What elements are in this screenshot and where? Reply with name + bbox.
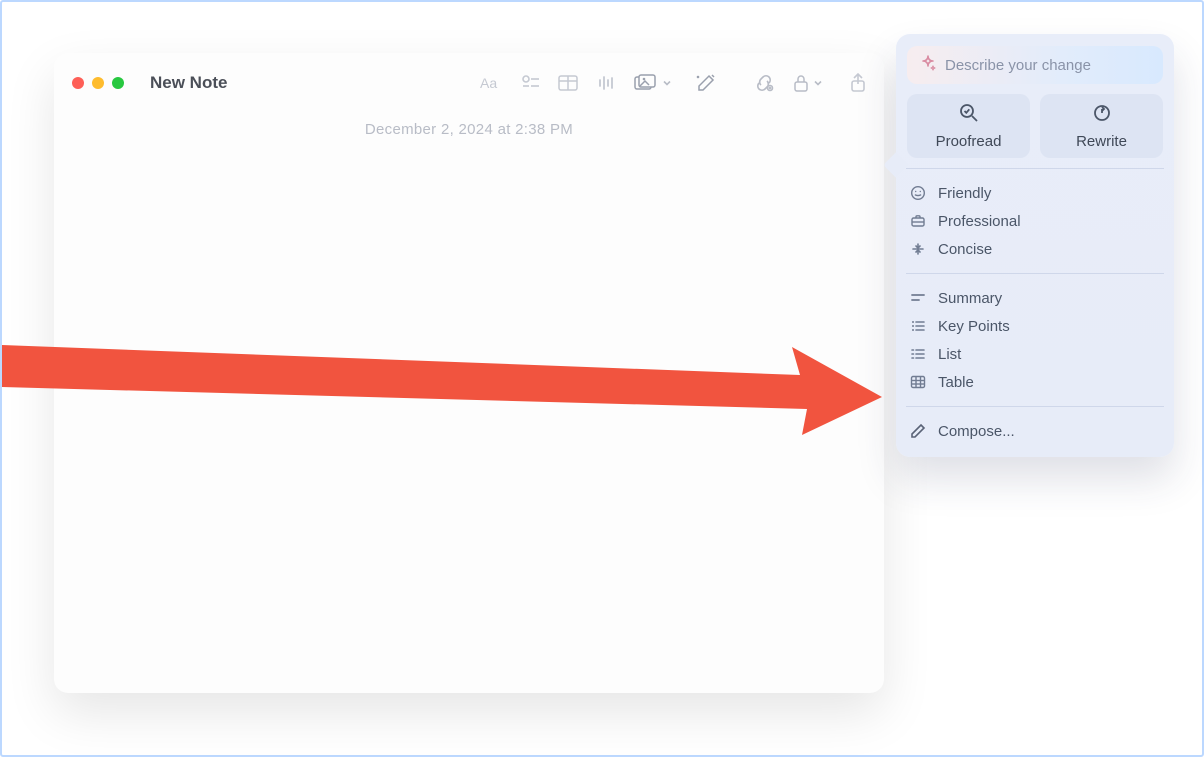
- tone-professional[interactable]: Professional: [907, 207, 1163, 235]
- concise-label: Concise: [938, 241, 992, 258]
- divider: [906, 406, 1164, 407]
- smile-icon: [909, 185, 927, 201]
- note-timestamp: December 2, 2024 at 2:38 PM: [54, 121, 884, 138]
- bullets-icon: [909, 319, 927, 333]
- proofread-rewrite-row: Proofread Rewrite: [907, 94, 1163, 158]
- minimize-window-button[interactable]: [92, 77, 104, 89]
- rewrite-button[interactable]: Rewrite: [1040, 94, 1163, 158]
- titlebar: New Note Aa: [54, 53, 884, 113]
- compose-label: Compose...: [938, 423, 1015, 440]
- toolbar: Aa: [480, 73, 866, 93]
- list-label: List: [938, 346, 961, 363]
- format-summary[interactable]: Summary: [907, 284, 1163, 312]
- rewrite-icon: [1092, 103, 1112, 127]
- format-table[interactable]: Table: [907, 368, 1163, 396]
- rewrite-label: Rewrite: [1076, 133, 1127, 150]
- summary-label: Summary: [938, 290, 1002, 307]
- tone-concise[interactable]: Concise: [907, 235, 1163, 263]
- describe-change-field[interactable]: [907, 46, 1163, 84]
- divider: [906, 168, 1164, 169]
- text-format-button[interactable]: Aa: [480, 74, 502, 92]
- summary-icon: [909, 292, 927, 304]
- traffic-lights: [72, 77, 124, 89]
- svg-text:Aa: Aa: [480, 75, 497, 91]
- briefcase-icon: [909, 213, 927, 229]
- keypoints-label: Key Points: [938, 318, 1010, 335]
- proofread-button[interactable]: Proofread: [907, 94, 1030, 158]
- magnifier-check-icon: [959, 103, 979, 127]
- share-button[interactable]: [850, 73, 866, 93]
- sparkle-icon: [919, 54, 937, 77]
- close-window-button[interactable]: [72, 77, 84, 89]
- table-icon: [909, 375, 927, 389]
- pencil-icon: [909, 423, 927, 439]
- note-title: New Note: [150, 73, 227, 93]
- compose-action[interactable]: Compose...: [907, 417, 1163, 445]
- format-list[interactable]: List: [907, 340, 1163, 368]
- collapse-icon: [909, 241, 927, 257]
- table-label: Table: [938, 374, 974, 391]
- divider: [906, 273, 1164, 274]
- lock-button[interactable]: [793, 74, 823, 92]
- professional-label: Professional: [938, 213, 1021, 230]
- table-button[interactable]: [558, 75, 578, 91]
- zoom-window-button[interactable]: [112, 77, 124, 89]
- describe-change-input[interactable]: [945, 57, 1151, 74]
- list-icon: [909, 347, 927, 361]
- proofread-label: Proofread: [936, 133, 1002, 150]
- writing-tools-button[interactable]: [695, 73, 717, 93]
- friendly-label: Friendly: [938, 185, 991, 202]
- checklist-button[interactable]: [521, 74, 539, 92]
- writing-tools-popover: Proofread Rewrite Friendly Professional: [896, 34, 1174, 457]
- format-keypoints[interactable]: Key Points: [907, 312, 1163, 340]
- link-button[interactable]: [754, 74, 774, 92]
- audio-button[interactable]: [597, 74, 615, 92]
- tone-friendly[interactable]: Friendly: [907, 179, 1163, 207]
- notes-window: New Note Aa: [54, 53, 884, 693]
- media-button[interactable]: [634, 74, 672, 92]
